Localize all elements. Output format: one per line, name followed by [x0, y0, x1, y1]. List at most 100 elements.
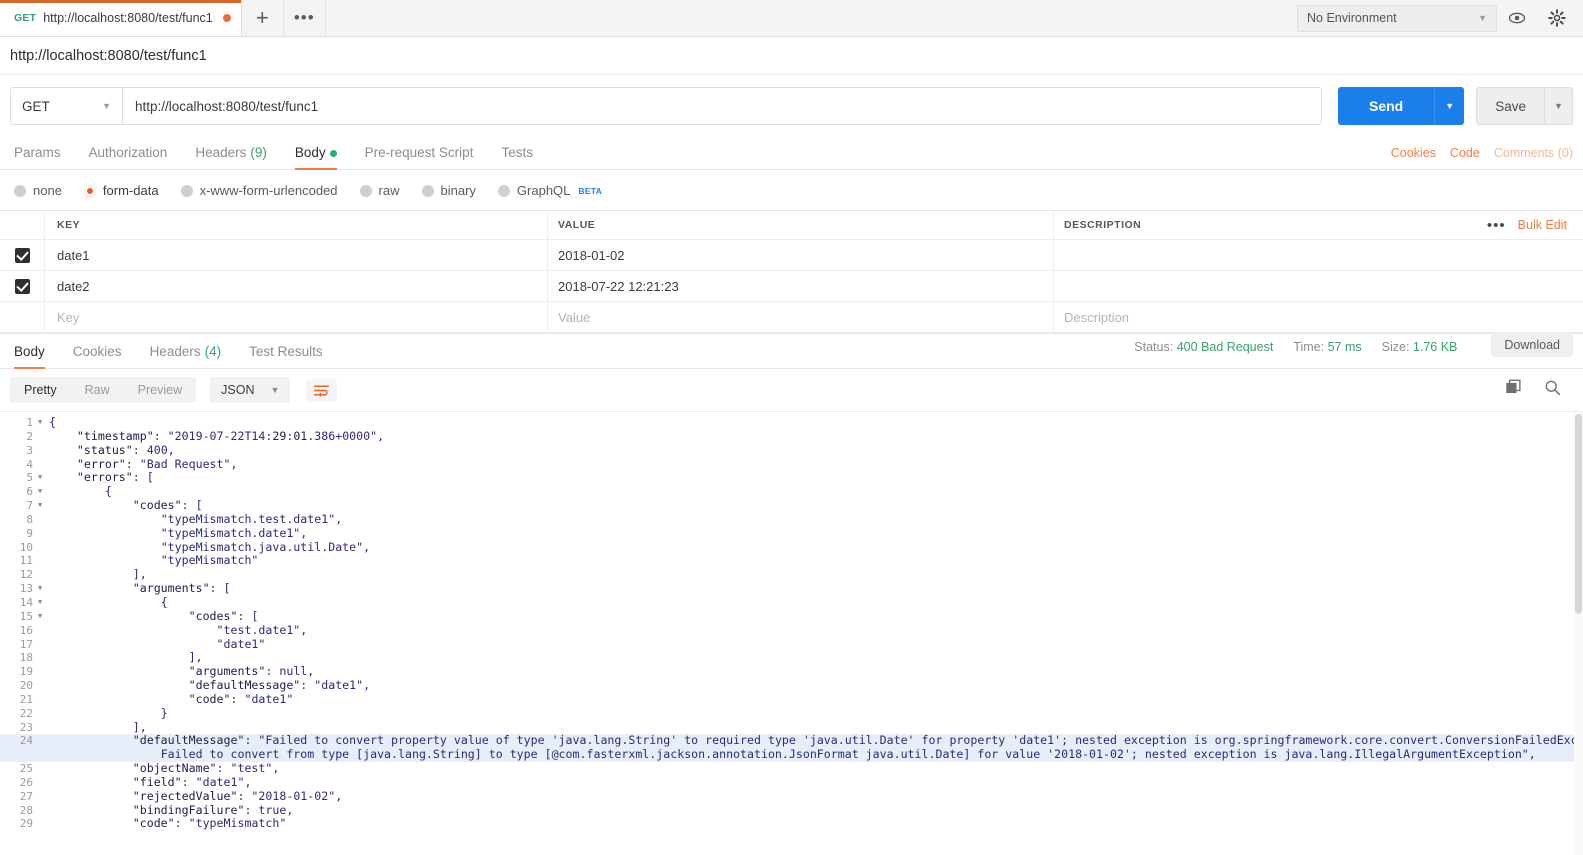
body-type-binary[interactable]: binary	[421, 183, 476, 198]
comments-link[interactable]: Comments (0)	[1494, 146, 1573, 160]
code-line: 19 "arguments": null,	[0, 664, 1583, 679]
row-checkbox-cell[interactable]	[0, 271, 45, 301]
response-tab-body[interactable]: Body	[10, 344, 59, 369]
response-tab-test-results[interactable]: Test Results	[235, 344, 337, 368]
row-value[interactable]: 2018-01-02	[558, 248, 625, 263]
table-row[interactable]: date2 2018-07-22 12:21:23	[0, 271, 1583, 302]
word-wrap-icon	[314, 385, 330, 397]
request-url-text: http://localhost:8080/test/func1	[10, 47, 207, 64]
code-line: 10 "typeMismatch.java.util.Date",	[0, 540, 1583, 555]
url-input[interactable]: http://localhost:8080/test/func1	[122, 87, 1322, 125]
response-format-select[interactable]: JSON ▼	[210, 377, 291, 403]
response-tab-cookies[interactable]: Cookies	[59, 344, 136, 368]
gear-icon	[1548, 9, 1566, 27]
new-tab-button[interactable]: +	[241, 0, 284, 36]
json-code-block[interactable]: 1 ▼{2 "timestamp": "2019-07-22T14:29:01.3…	[0, 412, 1583, 831]
view-mode-pretty[interactable]: Pretty	[10, 377, 71, 403]
tab-pre-request-script[interactable]: Pre-request Script	[351, 145, 488, 169]
word-wrap-button[interactable]	[306, 378, 338, 402]
fold-arrow-icon[interactable]: ▼	[36, 610, 49, 624]
vertical-scrollbar[interactable]	[1574, 412, 1583, 855]
environment-selector[interactable]: No Environment ▼	[1297, 4, 1497, 32]
line-number: 21	[19, 692, 33, 706]
fold-arrow-icon[interactable]: ▼	[36, 485, 49, 499]
cookies-link[interactable]: Cookies	[1391, 146, 1436, 160]
tab-tests-label: Tests	[501, 145, 533, 160]
scrollbar-thumb[interactable]	[1575, 414, 1582, 614]
tab-authorization[interactable]: Authorization	[75, 145, 182, 169]
tab-body-label: Body	[294, 145, 326, 160]
row-key[interactable]: date1	[57, 248, 90, 263]
response-tab-headers[interactable]: Headers (4)	[136, 344, 236, 368]
download-button[interactable]: Download	[1491, 333, 1573, 357]
line-number: 5	[26, 471, 33, 485]
view-mode-preview[interactable]: Preview	[124, 377, 196, 403]
code-line-text: "rejectedValue": "2018-01-02",	[132, 788, 343, 803]
table-options-icon[interactable]: •••	[1487, 217, 1506, 234]
response-body-viewer[interactable]: 1 ▼{2 "timestamp": "2019-07-22T14:29:01.3…	[0, 411, 1583, 855]
line-number: 8	[26, 512, 33, 526]
search-button[interactable]	[1544, 379, 1561, 401]
body-type-raw[interactable]: raw	[359, 183, 400, 198]
row-checkbox-icon[interactable]	[14, 247, 30, 263]
new-value-input[interactable]: Value	[558, 310, 590, 325]
bulk-edit-button[interactable]: Bulk Edit	[1518, 218, 1567, 232]
tab-tests[interactable]: Tests	[487, 145, 547, 169]
fold-arrow-icon[interactable]: ▼	[36, 416, 49, 430]
save-options-button[interactable]: ▼	[1545, 87, 1573, 125]
http-method-label: GET	[22, 98, 50, 114]
body-type-form-data[interactable]: form-data	[83, 183, 159, 198]
tab-params[interactable]: Params	[10, 145, 75, 169]
code-line-text: "test.date1",	[216, 622, 308, 637]
new-key-input[interactable]: Key	[57, 310, 79, 325]
fold-arrow-icon[interactable]: ▼	[36, 499, 49, 513]
http-method-select[interactable]: GET ▼	[10, 87, 122, 125]
code-line: 3 "status": 400,	[0, 443, 1583, 458]
table-row[interactable]: date1 2018-01-02	[0, 240, 1583, 271]
fold-arrow-icon[interactable]: ▼	[36, 582, 49, 596]
copy-button[interactable]	[1505, 379, 1522, 401]
view-mode-raw[interactable]: Raw	[71, 377, 124, 403]
new-description-input[interactable]: Description	[1064, 310, 1129, 325]
url-input-value: http://localhost:8080/test/func1	[135, 98, 319, 114]
body-type-urlencoded[interactable]: x-www-form-urlencoded	[180, 183, 338, 198]
line-number: 10	[19, 540, 33, 554]
code-line-text: "arguments": [	[132, 581, 231, 596]
tab-more-options-button[interactable]: •••	[283, 0, 326, 36]
radio-icon	[497, 184, 510, 197]
send-button[interactable]: Send	[1337, 87, 1435, 125]
fold-arrow-icon[interactable]: ▼	[36, 596, 49, 610]
body-type-graphql[interactable]: GraphQL BETA	[497, 183, 603, 198]
environment-quick-look-button[interactable]	[1497, 1, 1537, 35]
request-tab[interactable]: GET http://localhost:8080/test/func1	[0, 0, 242, 36]
line-number: 19	[19, 665, 33, 679]
body-type-none-label: none	[33, 183, 62, 198]
code-line: 14 ▼ {	[0, 595, 1583, 610]
table-row-empty[interactable]: Key Value Description	[0, 302, 1583, 333]
row-value[interactable]: 2018-07-22 12:21:23	[558, 279, 679, 294]
fold-arrow-icon[interactable]: ▼	[36, 471, 49, 485]
save-button[interactable]: Save	[1476, 87, 1545, 125]
code-line: 16 "test.date1",	[0, 622, 1583, 638]
code-line: 24 "defaultMessage": "Failed to convert …	[0, 733, 1583, 749]
size-value: 1.76 KB	[1412, 339, 1458, 354]
settings-button[interactable]	[1537, 1, 1577, 35]
body-type-none[interactable]: none	[14, 183, 62, 198]
line-number: 7	[26, 499, 33, 513]
code-line-text: "codes": [	[132, 498, 203, 513]
tab-body[interactable]: Body	[281, 145, 351, 170]
code-line-text: "defaultMessage": "date1",	[188, 678, 371, 693]
code-line-text: "codes": [	[188, 608, 259, 623]
code-line-text: {	[104, 484, 112, 499]
tab-headers[interactable]: Headers (9)	[181, 145, 281, 169]
eye-icon	[1508, 12, 1526, 24]
row-checkbox-icon[interactable]	[14, 278, 30, 294]
row-key[interactable]: date2	[57, 279, 90, 294]
send-options-button[interactable]: ▼	[1434, 87, 1465, 125]
code-link[interactable]: Code	[1450, 146, 1480, 160]
graphql-beta-badge: BETA	[578, 185, 603, 196]
header-checkbox-cell	[0, 211, 45, 239]
line-number: 29	[19, 817, 33, 831]
row-checkbox-cell[interactable]	[0, 240, 45, 270]
line-number: 20	[19, 679, 33, 693]
